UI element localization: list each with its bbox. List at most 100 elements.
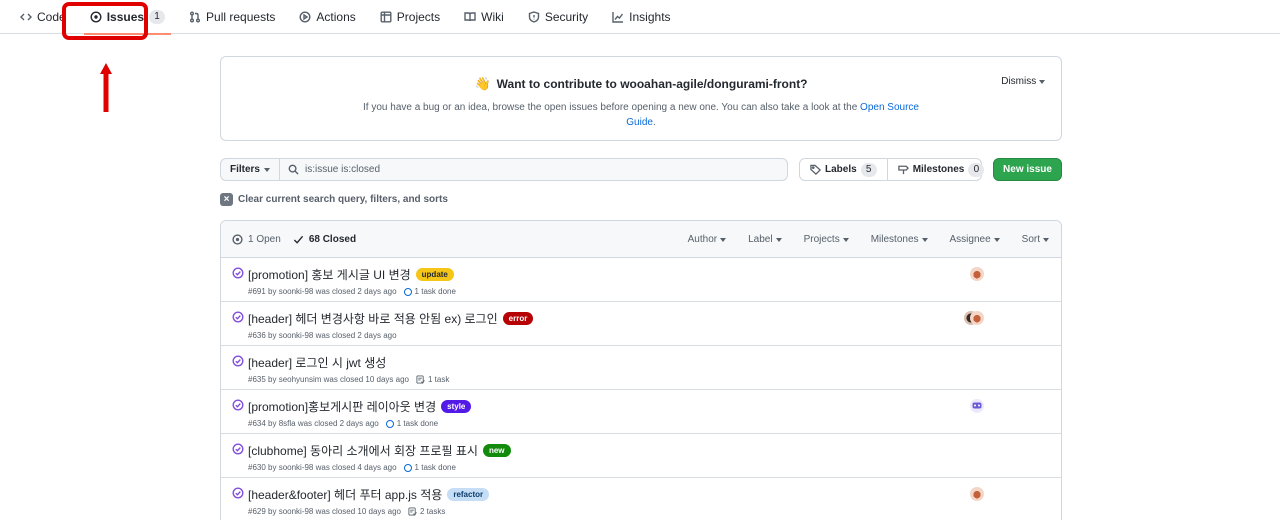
checklist-icon bbox=[416, 375, 425, 384]
labels-milestones-group: Labels 5 Milestones 0 bbox=[799, 158, 985, 181]
issue-opened-icon bbox=[232, 233, 243, 245]
issue-title-link[interactable]: [header&footer] 헤더 푸터 app.js 적용 bbox=[248, 486, 442, 503]
issue-label[interactable]: style bbox=[441, 400, 472, 413]
shield-icon bbox=[528, 10, 540, 23]
issue-title-link[interactable]: [promotion]홍보게시판 레이아웃 변경 bbox=[248, 398, 436, 415]
dismiss-button[interactable]: Dismiss bbox=[1001, 76, 1045, 87]
issue-title: [header&footer] 헤더 푸터 app.js 적용 refactor bbox=[248, 486, 490, 503]
issue-title-link[interactable]: [clubhome] 동아리 소개에서 회장 프로필 표시 bbox=[248, 442, 478, 459]
issue-title-link[interactable]: [promotion] 홍보 게시글 UI 변경 bbox=[248, 266, 411, 283]
repo-nav: Code Issues 1 Pull requests Actions Proj… bbox=[0, 0, 1280, 35]
caret-down-icon bbox=[1043, 237, 1049, 242]
issue-title: [header] 로그인 시 jwt 생성 bbox=[248, 354, 386, 371]
issue-title-link[interactable]: [header] 로그인 시 jwt 생성 bbox=[248, 354, 386, 371]
issue-label[interactable]: update bbox=[415, 268, 454, 281]
issue-closed-icon bbox=[232, 267, 244, 279]
issue-meta-text: #630 by soonki-98 was closed 4 days ago bbox=[248, 463, 397, 472]
filters-label: Filters bbox=[229, 164, 260, 175]
new-issue-button[interactable]: New issue bbox=[993, 158, 1062, 181]
issue-meta-text: #634 by 8sfla was closed 2 days ago bbox=[248, 419, 379, 428]
closed-count: 68 Closed bbox=[308, 233, 357, 245]
milestones-filter-label: Milestones bbox=[870, 234, 919, 245]
contribute-banner: 👋 Want to contribute to wooahan-agile/do… bbox=[220, 56, 1062, 141]
open-issues-toggle[interactable]: 1 Open bbox=[232, 234, 281, 245]
issue-label[interactable]: new bbox=[482, 444, 511, 457]
author-filter-label: Author bbox=[687, 234, 718, 245]
search-input[interactable] bbox=[305, 164, 765, 175]
assignee-filter[interactable]: Assignee bbox=[950, 234, 1000, 245]
label-filter[interactable]: Label bbox=[748, 234, 782, 245]
caret-down-icon bbox=[993, 237, 1000, 242]
tab-insights[interactable]: Insights bbox=[600, 0, 682, 34]
issue-meta-text: #636 by soonki-98 was closed 2 days ago bbox=[248, 331, 397, 340]
issue-row[interactable]: [header] 로그인 시 jwt 생성 #635 by seohyunsim… bbox=[221, 346, 1061, 390]
banner-title-text: Want to contribute to wooahan-agile/dong… bbox=[496, 77, 808, 91]
issue-meta: #629 by soonki-98 was closed 10 days ago… bbox=[248, 507, 445, 516]
avatar[interactable] bbox=[970, 311, 984, 325]
milestone-icon bbox=[897, 165, 909, 175]
avatar[interactable] bbox=[970, 267, 984, 281]
graph-icon bbox=[612, 11, 624, 23]
caret-down-icon bbox=[1039, 80, 1045, 84]
tab-wiki[interactable]: Wiki bbox=[452, 0, 516, 34]
issue-task: 2 tasks bbox=[420, 507, 446, 516]
issue-task: 1 task bbox=[428, 375, 450, 384]
close-icon: × bbox=[220, 193, 233, 206]
caret-down-icon bbox=[264, 167, 270, 172]
task-progress-icon bbox=[403, 287, 412, 296]
open-count: 1 Open bbox=[248, 233, 281, 245]
issue-meta-text: #635 by seohyunsim was closed 10 days ag… bbox=[248, 375, 409, 384]
tab-actions[interactable]: Actions bbox=[287, 0, 367, 34]
banner-title: 👋 Want to contribute to wooahan-agile/do… bbox=[221, 76, 1061, 92]
tab-pull-requests[interactable]: Pull requests bbox=[177, 0, 287, 34]
issue-title: [promotion]홍보게시판 레이아웃 변경 style bbox=[248, 398, 472, 415]
closed-issues-toggle[interactable]: 68 Closed bbox=[293, 234, 356, 245]
red-highlight-box bbox=[62, 2, 148, 40]
issue-title-link[interactable]: [header] 헤더 변경사항 바로 적용 안됨 ex) 로그인 bbox=[248, 310, 498, 327]
issue-closed-icon bbox=[232, 355, 244, 367]
issue-row[interactable]: [promotion]홍보게시판 레이아웃 변경 style #634 by 8s… bbox=[221, 390, 1061, 434]
header-filters: Author Label Projects Milestones Assigne… bbox=[666, 221, 1049, 258]
issue-row[interactable]: [clubhome] 동아리 소개에서 회장 프로필 표시 new #630 by… bbox=[221, 434, 1061, 478]
tab-pull-requests-label: Pull requests bbox=[206, 9, 276, 24]
avatar[interactable] bbox=[970, 487, 984, 501]
issue-task: 1 task done bbox=[414, 287, 456, 296]
issues-counter: 1 bbox=[149, 9, 166, 24]
projects-filter[interactable]: Projects bbox=[804, 234, 849, 245]
milestones-button[interactable]: Milestones 0 bbox=[886, 159, 995, 180]
milestones-filter[interactable]: Milestones bbox=[871, 234, 928, 245]
labels-counter: 5 bbox=[860, 162, 877, 177]
red-up-arrow-icon bbox=[100, 63, 112, 112]
avatar[interactable] bbox=[970, 399, 984, 413]
issue-title: [header] 헤더 변경사항 바로 적용 안됨 ex) 로그인 error bbox=[248, 310, 534, 327]
caret-down-icon bbox=[921, 237, 928, 242]
search-box bbox=[279, 158, 788, 181]
issue-label[interactable]: refactor bbox=[447, 488, 490, 501]
milestones-label: Milestones bbox=[912, 164, 965, 175]
tag-icon bbox=[810, 164, 821, 175]
issue-meta: #635 by seohyunsim was closed 10 days ag… bbox=[248, 375, 449, 384]
issue-row[interactable]: [promotion] 홍보 게시글 UI 변경 update #691 by s… bbox=[221, 258, 1061, 302]
issue-meta-text: #691 by soonki-98 was closed 2 days ago bbox=[248, 287, 397, 296]
issue-row[interactable]: [header] 헤더 변경사항 바로 적용 안됨 ex) 로그인 error #… bbox=[221, 302, 1061, 346]
caret-down-icon bbox=[842, 237, 849, 242]
labels-label: Labels bbox=[825, 164, 857, 175]
tab-actions-label: Actions bbox=[316, 9, 356, 24]
tab-security[interactable]: Security bbox=[516, 0, 600, 34]
issue-rows: [promotion] 홍보 게시글 UI 변경 update #691 by s… bbox=[221, 258, 1061, 520]
tab-insights-label: Insights bbox=[629, 9, 671, 24]
labels-button[interactable]: Labels 5 bbox=[800, 159, 887, 180]
author-filter[interactable]: Author bbox=[687, 234, 727, 245]
tab-projects[interactable]: Projects bbox=[368, 0, 452, 34]
milestones-counter: 0 bbox=[968, 162, 985, 177]
issue-row[interactable]: [header&footer] 헤더 푸터 app.js 적용 refactor … bbox=[221, 478, 1061, 520]
sort-filter[interactable]: Sort bbox=[1022, 234, 1049, 245]
issue-closed-icon bbox=[232, 399, 244, 411]
issue-meta: #634 by 8sfla was closed 2 days ago 1 tas… bbox=[248, 419, 438, 428]
assignee-filter-label: Assignee bbox=[949, 234, 991, 245]
issue-title: [clubhome] 동아리 소개에서 회장 프로필 표시 new bbox=[248, 442, 511, 459]
filters-button[interactable]: Filters bbox=[220, 158, 280, 181]
issue-label[interactable]: error bbox=[502, 312, 534, 325]
clear-search-link[interactable]: × Clear current search query, filters, a… bbox=[220, 193, 448, 206]
projects-filter-label: Projects bbox=[803, 234, 840, 245]
